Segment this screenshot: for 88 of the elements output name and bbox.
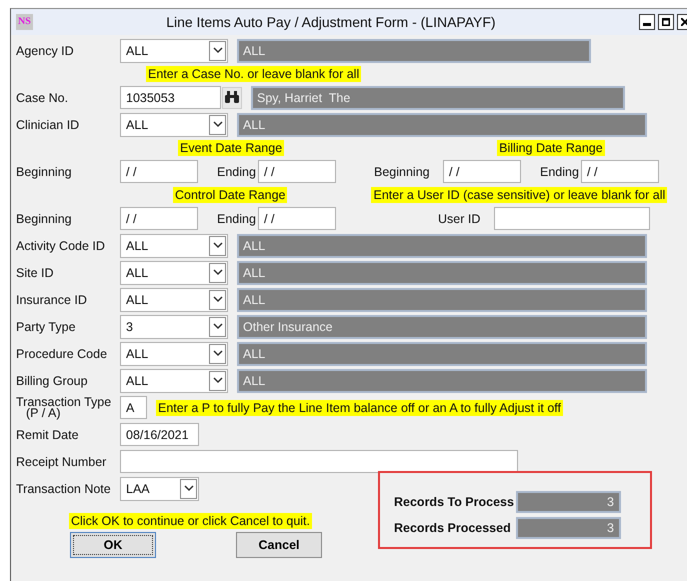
description-field: ALL bbox=[237, 368, 647, 392]
field-label: Insurance ID bbox=[16, 292, 88, 306]
maximize-icon bbox=[662, 18, 670, 26]
date-field[interactable]: / / bbox=[120, 207, 198, 230]
field-label: Records Processed bbox=[394, 521, 512, 535]
user-id-field[interactable] bbox=[494, 207, 650, 230]
field-label: User ID bbox=[438, 212, 482, 226]
maximize-button[interactable] bbox=[658, 14, 674, 30]
section-heading: Control Date Range bbox=[173, 187, 288, 203]
description-field: ALL bbox=[237, 288, 647, 312]
field-label: Beginning bbox=[374, 164, 431, 178]
field-label: Receipt Number bbox=[16, 454, 108, 468]
field-label: Ending bbox=[217, 212, 257, 226]
dropdown-field[interactable]: ALL bbox=[120, 234, 228, 258]
search-button[interactable] bbox=[222, 86, 242, 108]
field-label: Activity Code ID bbox=[16, 238, 106, 252]
count-field: 3 bbox=[516, 517, 621, 539]
hint-text: Enter a P to fully Pay the Line Item balance off or an A to fully Adjust it off bbox=[156, 400, 564, 416]
dropdown-button[interactable] bbox=[209, 236, 226, 256]
field-label: Procedure Code bbox=[16, 346, 108, 360]
dialog-button[interactable]: OK bbox=[70, 532, 156, 558]
date-field[interactable]: 08/16/2021 bbox=[120, 423, 199, 446]
dropdown-field[interactable]: LAA bbox=[120, 476, 199, 500]
field-label: Beginning bbox=[16, 164, 73, 178]
dropdown-button[interactable] bbox=[209, 344, 226, 364]
description-field: Other Insurance bbox=[237, 314, 647, 338]
chevron-down-icon bbox=[212, 269, 222, 276]
date-field[interactable]: / / bbox=[258, 160, 336, 183]
field-label: Case No. bbox=[16, 90, 70, 104]
chevron-down-icon bbox=[212, 377, 222, 384]
description-field: Spy, Harriet The bbox=[251, 86, 625, 110]
dropdown-field[interactable]: ALL bbox=[120, 112, 228, 136]
field-label: Agency ID bbox=[16, 44, 75, 58]
field-label: Party Type bbox=[16, 320, 77, 334]
hint-text: Enter a Case No. or leave blank for all bbox=[146, 66, 362, 82]
chevron-down-icon bbox=[212, 242, 222, 249]
description-field: ALL bbox=[237, 38, 591, 62]
dropdown-button[interactable] bbox=[209, 262, 226, 282]
dropdown-button[interactable] bbox=[209, 370, 226, 390]
description-field: ALL bbox=[237, 112, 647, 136]
dropdown-field[interactable]: ALL bbox=[120, 260, 228, 284]
case-number-field[interactable]: 1035053 bbox=[120, 86, 221, 109]
chevron-down-icon bbox=[212, 47, 222, 54]
field-label: Transaction Note bbox=[16, 482, 112, 496]
window-title: Line Items Auto Pay / Adjustment Form - (LINAPAYF) bbox=[165, 14, 497, 30]
chevron-down-icon bbox=[184, 485, 194, 492]
receipt-number-field[interactable] bbox=[120, 450, 518, 473]
chevron-down-icon bbox=[212, 121, 222, 128]
dropdown-button[interactable] bbox=[209, 114, 226, 134]
field-label: Transaction Type (P / A) bbox=[16, 396, 112, 418]
date-field[interactable]: / / bbox=[581, 160, 659, 183]
dropdown-field[interactable]: ALL bbox=[120, 368, 228, 392]
dropdown-button[interactable] bbox=[180, 478, 197, 498]
section-heading: Enter a User ID (case sensitive) or leave blank for all bbox=[371, 187, 668, 203]
minimize-button[interactable] bbox=[639, 14, 655, 30]
field-label: Clinician ID bbox=[16, 118, 80, 132]
field-label: Beginning bbox=[16, 212, 73, 226]
app-logo: NS bbox=[16, 14, 33, 30]
dropdown-field[interactable]: 3 bbox=[120, 314, 228, 338]
section-heading: Billing Date Range bbox=[497, 140, 605, 156]
dialog-button[interactable]: Cancel bbox=[236, 532, 322, 558]
section-heading: Event Date Range bbox=[178, 140, 284, 156]
chevron-down-icon bbox=[212, 350, 222, 357]
binoculars-icon bbox=[224, 91, 240, 104]
field-label: Records To Process bbox=[394, 495, 515, 509]
dropdown-field[interactable]: ALL bbox=[120, 38, 228, 62]
dropdown-button[interactable] bbox=[209, 316, 226, 336]
chevron-down-icon bbox=[212, 296, 222, 303]
description-field: ALL bbox=[237, 342, 647, 366]
chevron-down-icon bbox=[212, 323, 222, 330]
hint-text: Click OK to continue or click Cancel to quit. bbox=[69, 513, 312, 529]
dropdown-field[interactable]: ALL bbox=[120, 342, 228, 366]
transaction-type-field[interactable]: A bbox=[120, 396, 147, 419]
field-label: Remit Date bbox=[16, 428, 80, 442]
field-label: Ending bbox=[217, 164, 257, 178]
close-icon bbox=[681, 18, 687, 26]
description-field: ALL bbox=[237, 234, 647, 258]
field-label: Site ID bbox=[16, 266, 55, 280]
field-label: Ending bbox=[540, 164, 580, 178]
date-field[interactable]: / / bbox=[443, 160, 521, 183]
field-label: Billing Group bbox=[16, 374, 89, 388]
description-field: ALL bbox=[237, 260, 647, 284]
date-field[interactable]: / / bbox=[258, 207, 336, 230]
dropdown-button[interactable] bbox=[209, 40, 226, 60]
date-field[interactable]: / / bbox=[120, 160, 198, 183]
dropdown-button[interactable] bbox=[209, 290, 226, 310]
count-field: 3 bbox=[516, 491, 621, 513]
dropdown-field[interactable]: ALL bbox=[120, 288, 228, 312]
